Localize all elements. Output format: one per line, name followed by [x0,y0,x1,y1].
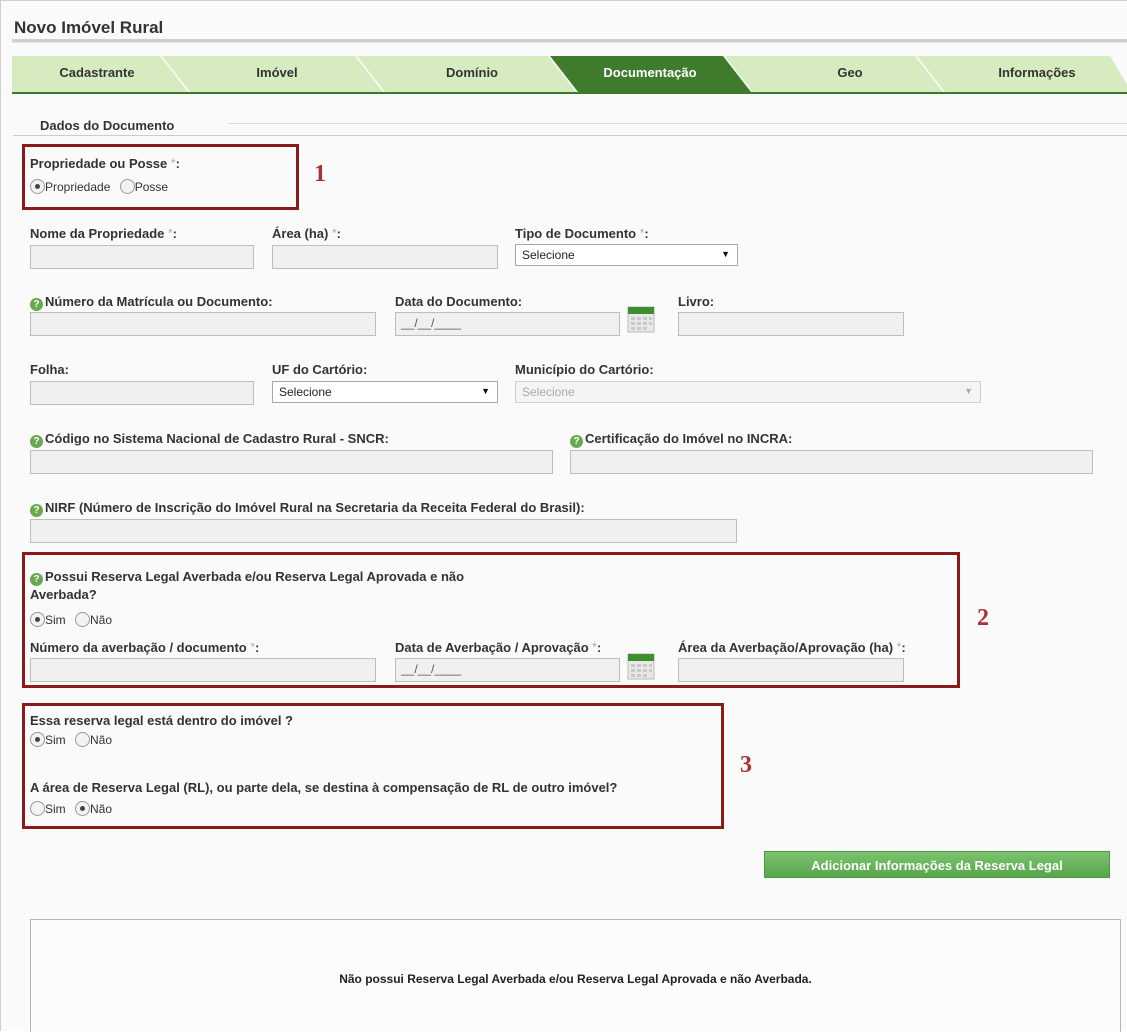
municipio-cartorio-label: Município do Cartório: [515,362,654,377]
radio-compensacao-nao[interactable]: Não [75,801,112,816]
folha-input[interactable] [30,381,254,405]
radio-circle[interactable] [119,179,135,194]
livro-input[interactable] [678,312,904,336]
reserva-legal-radios: Sim Não [30,612,118,627]
help-icon[interactable]: ? [30,435,43,448]
numero-averbacao-label: Número da averbação / documento *: [30,640,260,655]
data-averbacao-input[interactable]: __/__/____ [395,658,620,682]
help-icon[interactable]: ? [570,435,583,448]
dentro-imovel-radios: Sim Não [30,732,118,747]
help-icon[interactable]: ? [30,504,43,517]
add-reserva-legal-button[interactable]: Adicionar Informações da Reserva Legal [764,851,1110,878]
tab-dominio[interactable]: Domínio [397,65,547,80]
dentro-imovel-question: Essa reserva legal está dentro do imóvel… [30,713,294,728]
livro-label: Livro: [678,294,715,309]
numero-averbacao-input[interactable] [30,658,376,682]
help-icon[interactable]: ? [30,573,43,586]
certificacao-incra-label: ? Certificação do Imóvel no INCRA: [570,431,792,448]
reserva-legal-question: ? Possui Reserva Legal Averbada e/ou Rese… [30,569,464,586]
area-averbacao-label: Área da Averbação/Aprovação (ha) *: [678,640,906,655]
codigo-sncr-input[interactable] [30,450,553,474]
reserva-legal-list-panel: Não possui Reserva Legal Averbada e/ou R… [30,919,1121,1032]
reserva-legal-question-cont: Averbada? [30,587,97,602]
calendar-icon[interactable] [627,305,655,333]
radio-dentro-sim[interactable]: Sim [30,732,66,747]
wizard-tabs: Cadastrante Imóvel Domínio Documentação … [12,56,1127,92]
radio-reserva-sim[interactable]: Sim [30,612,66,627]
tab-underline [12,92,1127,94]
certificacao-incra-input[interactable] [570,450,1093,474]
radio-circle[interactable] [75,801,91,816]
dropdown-arrow-icon: ▼ [964,386,973,396]
radio-reserva-nao[interactable]: Não [75,612,112,627]
numero-matricula-label: ? Número da Matrícula ou Documento: [30,294,273,311]
radio-circle[interactable] [30,612,45,627]
radio-circle[interactable] [30,801,45,816]
annotation-1: 1 [314,161,326,187]
annotation-3: 3 [740,752,752,778]
area-ha-label: Área (ha) *: [272,226,341,241]
data-documento-input[interactable]: __/__/____ [395,312,620,336]
uf-cartorio-label: UF do Cartório: [272,362,368,377]
title-divider [12,39,1127,43]
form-window: Novo Imóvel Rural Cadastrante Imóvel Dom… [0,0,1127,1032]
radio-circle[interactable] [30,179,45,194]
radio-circle[interactable] [30,732,45,747]
page-title: Novo Imóvel Rural [14,18,164,37]
section-title: Dados do Documento [40,118,175,133]
codigo-sncr-label: ? Código no Sistema Nacional de Cadastro … [30,431,389,448]
nome-propriedade-input[interactable] [30,245,254,269]
propriedade-posse-radios: Propriedade Posse [30,179,174,194]
nome-propriedade-label: Nome da Propriedade *: [30,226,178,241]
compensacao-question: A área de Reserva Legal (RL), ou parte d… [30,780,618,795]
radio-circle[interactable] [75,732,91,747]
empty-list-message: Não possui Reserva Legal Averbada e/ou R… [339,972,812,986]
annotation-2: 2 [977,605,989,631]
nirf-input[interactable] [30,519,737,543]
radio-propriedade[interactable]: Propriedade [30,179,110,194]
radio-dentro-nao[interactable]: Não [75,732,112,747]
tab-informacoes[interactable]: Informações [957,65,1117,80]
radio-posse[interactable]: Posse [119,179,168,194]
highlight-box-1 [22,144,299,210]
dropdown-arrow-icon: ▼ [481,386,490,396]
area-ha-input[interactable] [272,245,498,269]
section-rule-top [229,123,1127,124]
help-icon[interactable]: ? [30,298,43,311]
numero-matricula-input[interactable] [30,312,376,336]
municipio-cartorio-select: Selecione ▼ [515,381,981,403]
radio-compensacao-sim[interactable]: Sim [30,801,66,816]
tab-geo[interactable]: Geo [775,65,925,80]
dropdown-arrow-icon: ▼ [721,249,730,259]
tipo-documento-label: Tipo de Documento *: [515,226,649,241]
data-documento-label: Data do Documento: [395,294,523,309]
section-divider [13,135,1127,136]
radio-circle[interactable] [75,612,91,627]
folha-label: Folha: [30,362,69,377]
area-averbacao-input[interactable] [678,658,904,682]
tipo-documento-select[interactable]: Selecione ▼ [515,244,738,266]
tab-imovel[interactable]: Imóvel [202,65,352,80]
uf-cartorio-select[interactable]: Selecione ▼ [272,381,498,403]
tab-cadastrante[interactable]: Cadastrante [32,65,162,80]
compensacao-radios: Sim Não [30,801,118,816]
data-averbacao-label: Data de Averbação / Aprovação *: [395,640,602,655]
propriedade-posse-label: Propriedade ou Posse *: [30,156,180,171]
calendar-icon[interactable] [627,652,655,680]
tab-documentacao[interactable]: Documentação [575,65,725,80]
nirf-label: ? NIRF (Número de Inscrição do Imóvel Rur… [30,500,585,517]
